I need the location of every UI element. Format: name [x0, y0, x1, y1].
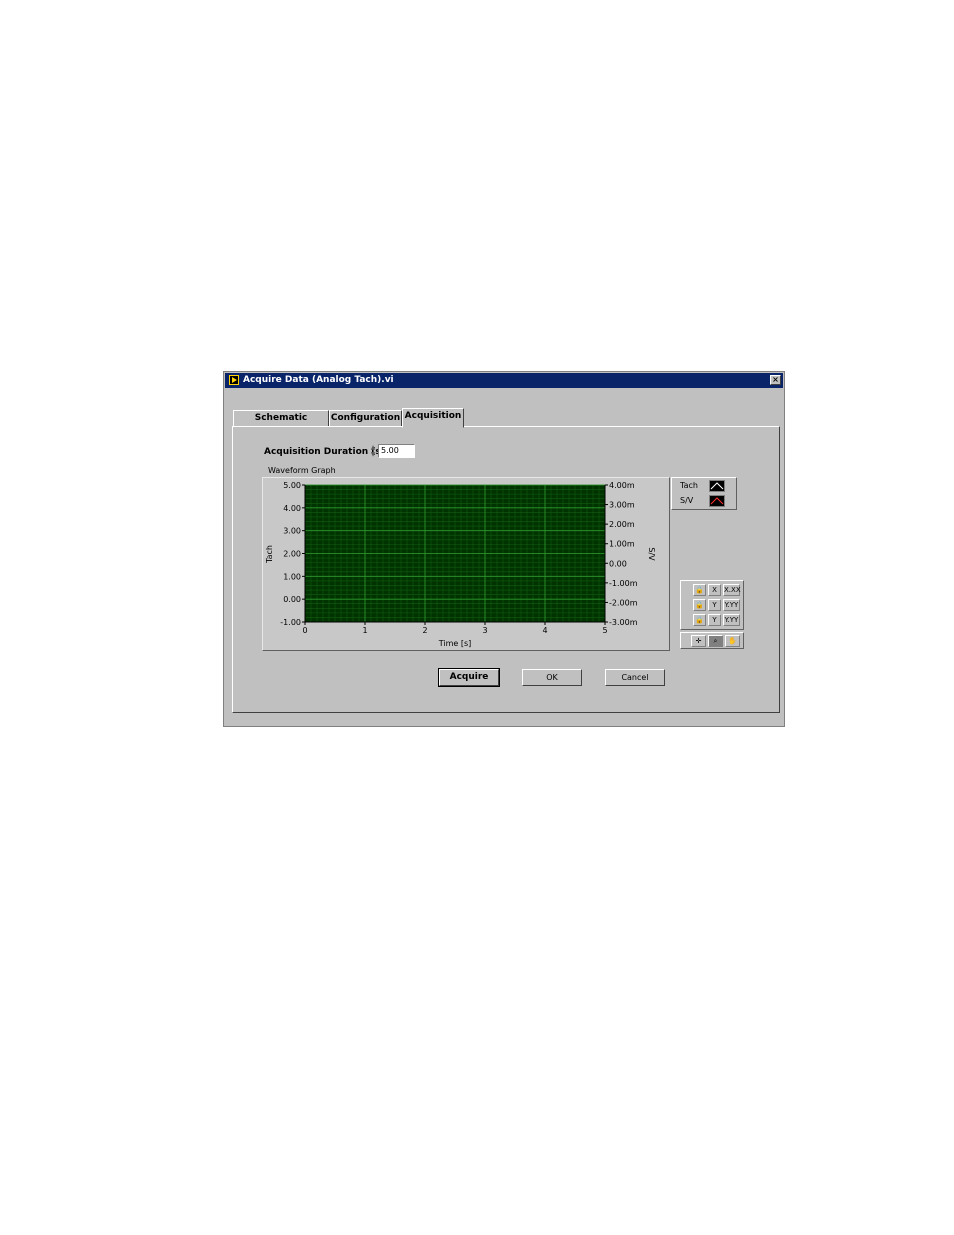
x-lock-icon[interactable]: 🔒	[693, 584, 706, 596]
y2-tick-label: -3.00m	[609, 618, 638, 627]
acquisition-duration-input[interactable]: 5.00	[378, 444, 415, 458]
y-tick-label: 5.00	[283, 481, 301, 490]
ok-button[interactable]: OK	[522, 669, 582, 686]
title-bar[interactable]: Acquire Data (Analog Tach).vi ×	[225, 373, 783, 388]
graph-palette: ✛ ⌕ ✋	[680, 632, 744, 649]
acquisition-duration-label: Acquisition Duration [s]	[264, 447, 385, 457]
tab-configuration[interactable]: Configuration	[329, 410, 402, 427]
window-title: Acquire Data (Analog Tach).vi	[243, 375, 394, 385]
y2-tick-label: 4.00m	[609, 481, 635, 490]
y-tick-label: 0.00	[283, 595, 301, 604]
y2-tick-labels: 4.00m 3.00m 2.00m 1.00m 0.00 -1.00m -2.00m -3.0…	[605, 481, 638, 627]
x-axis-label: Time [s]	[438, 639, 472, 648]
legend-item-sv-label: S/V	[680, 496, 694, 505]
waveform-graph-label: Waveform Graph	[268, 466, 336, 475]
y-tick-label: 3.00	[283, 527, 301, 536]
crosshair-cursor-icon[interactable]: ✛	[691, 635, 706, 647]
y2-tick-label: 1.00m	[609, 540, 635, 549]
y-tick-labels: 5.00 4.00 3.00 2.00 1.00 0.00 -1.00	[280, 481, 305, 627]
y2-format-button[interactable]: Y.YY	[723, 614, 740, 626]
y-tick-label: 1.00	[283, 572, 301, 581]
dialog-window: Acquire Data (Analog Tach).vi × Schemati…	[223, 371, 785, 727]
x-tick-label: 4	[542, 626, 547, 635]
x-tick-label: 3	[482, 626, 487, 635]
y2-tick-label: -1.00m	[609, 579, 638, 588]
y2-axis-label: S/V	[647, 547, 656, 561]
legend-item-tach-label: Tach	[680, 481, 698, 490]
pan-hand-icon[interactable]: ✋	[725, 635, 740, 647]
x-format-button[interactable]: X.XX	[723, 584, 741, 596]
scale-legend: 🔒 X X.XX 🔒 Y Y.YY 🔒 Y Y.YY	[680, 580, 744, 630]
y-format-button[interactable]: Y.YY	[723, 599, 740, 611]
y2-tick-label: 0.00	[609, 559, 627, 568]
tab-acquisition[interactable]: Acquisition	[402, 408, 464, 428]
waveform-graph: 0 1 2 3 4 5 5.00 4.00 3.00 2.00 1.00 0.00 -1.00 4.0…	[262, 477, 670, 651]
y2-lock-icon[interactable]: 🔒	[693, 614, 706, 626]
x-tick-label: 2	[422, 626, 427, 635]
duration-spinner[interactable]: ▲ ▼	[369, 444, 377, 459]
waveform-graph-svg: 0 1 2 3 4 5 5.00 4.00 3.00 2.00 1.00 0.00 -1.00 4.0…	[265, 481, 656, 648]
plot-legend[interactable]: Tach S/V	[671, 477, 737, 510]
x-tick-labels: 0 1 2 3 4 5	[302, 622, 608, 635]
spin-up-icon[interactable]: ▲	[369, 444, 377, 451]
x-tick-label: 1	[362, 626, 367, 635]
y2-autoscale-button[interactable]: Y	[708, 614, 721, 626]
close-button[interactable]: ×	[770, 375, 781, 385]
spin-down-icon[interactable]: ▼	[369, 451, 377, 458]
y-axis-label: Tach	[265, 545, 274, 564]
legend-tach-swatch-icon[interactable]	[709, 480, 725, 492]
cancel-button[interactable]: Cancel	[605, 669, 665, 686]
zoom-icon[interactable]: ⌕	[708, 635, 723, 647]
tab-schematic-diagram[interactable]: Schematic Diagram	[233, 410, 329, 437]
legend-sv-swatch-icon[interactable]	[709, 495, 725, 507]
y-autoscale-button[interactable]: Y	[708, 599, 721, 611]
y-lock-icon[interactable]: 🔒	[693, 599, 706, 611]
y-tick-label: 4.00	[283, 504, 301, 513]
y-tick-label: -1.00	[280, 618, 301, 627]
labview-app-icon	[229, 375, 239, 385]
x-autoscale-button[interactable]: X	[708, 584, 721, 596]
y2-tick-label: 2.00m	[609, 520, 635, 529]
x-tick-label: 5	[602, 626, 607, 635]
y2-tick-label: -2.00m	[609, 598, 638, 607]
acquire-button[interactable]: Acquire	[438, 668, 500, 687]
x-tick-label: 0	[302, 626, 307, 635]
y-tick-label: 2.00	[283, 550, 301, 559]
y2-tick-label: 3.00m	[609, 501, 635, 510]
